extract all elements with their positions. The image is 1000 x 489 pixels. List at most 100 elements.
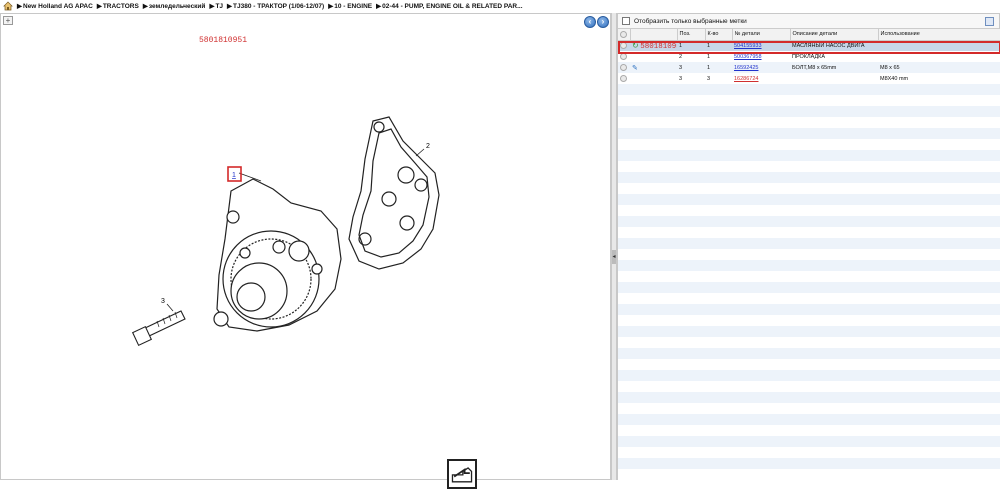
table-row[interactable]: ↻ 5801810951 1 1 504155933 МАСЛЯНЫЙ НАСО… [618,40,1000,51]
callout-3: 3 [161,298,165,305]
breadcrumb-item[interactable]: ▶TJ380 - ТРАКТОР (1/06-12/07) [227,2,324,10]
empty-row [618,117,1000,128]
row-select-icon[interactable] [620,64,627,71]
header-description[interactable]: Описание детали [790,29,879,41]
row-select-icon[interactable] [620,42,627,50]
empty-row [618,238,1000,249]
export-icon[interactable] [447,459,477,489]
empty-row [618,227,1000,238]
empty-row [618,194,1000,205]
row-description: МАСЛЯНЫЙ НАСОС ДВИГА [790,40,878,51]
empty-row [618,95,1000,106]
empty-row [618,216,1000,227]
header-part-number[interactable]: № детали [732,29,791,41]
wrench-icon[interactable]: ✎ [632,65,638,72]
empty-row [618,414,1000,425]
empty-row [618,458,1000,469]
refresh-arrow-icon[interactable]: ↻ [632,41,639,50]
header-position[interactable]: Поз. [677,29,706,41]
oil-pump-drawing [213,178,342,332]
row-quantity: 1 [705,40,732,51]
home-icon[interactable] [3,1,13,11]
table-row[interactable]: 2 1 500367958 ПРОКЛАДКА [618,51,1000,62]
empty-row [618,326,1000,337]
row-position: 3 [677,73,705,84]
row-select-icon[interactable] [620,53,627,60]
empty-row [618,425,1000,436]
empty-row [618,172,1000,183]
table-row[interactable]: ✎ 3 1 16592425 БОЛТ,M8 x 65mm M8 x 65 [618,62,1000,73]
row-usage: M8X40 mm [878,73,1000,84]
empty-row [618,315,1000,326]
row-quantity: 3 [705,73,732,84]
breadcrumb-item[interactable]: ▶02-44 - PUMP, ENGINE OIL & RELATED PAR.… [376,2,522,10]
breadcrumb-item[interactable]: ▶TJ [209,2,223,10]
breadcrumb-item[interactable]: ▶New Holland AG APAC [17,2,93,10]
exploded-parts-diagram[interactable]: 2 3 1 [121,99,481,379]
empty-row [618,403,1000,414]
parts-list-pane: Отобразить только выбранные метки Поз. К… [617,13,1000,480]
header-blank [630,29,678,41]
row-extra [630,73,677,84]
empty-row [618,260,1000,271]
row-description: ПРОКЛАДКА [790,51,878,62]
back-arrow-icon[interactable]: ‹ [584,16,596,28]
empty-row [618,304,1000,315]
forward-arrow-icon[interactable]: › [597,16,609,28]
empty-row [618,249,1000,260]
empty-row [618,128,1000,139]
filter-bar: Отобразить только выбранные метки [618,14,999,29]
gasket-drawing [348,116,440,270]
row-usage [878,51,1000,62]
table-row[interactable]: 3 3 16286724 M8X40 mm [618,73,1000,84]
callout-2: 2 [426,143,430,150]
header-usage[interactable]: Использование [878,29,1000,41]
expand-icon[interactable]: + [3,16,13,25]
empty-row [618,392,1000,403]
breadcrumb: ▶New Holland AG APAC ▶TRACTORS ▶земледел… [0,0,1000,12]
breadcrumb-item[interactable]: ▶земледельческий [143,2,206,10]
callout-1: 1 [232,172,236,179]
row-select-icon[interactable] [620,75,627,82]
empty-row [618,436,1000,447]
row-quantity: 1 [705,62,732,73]
header-quantity[interactable]: К-во [705,29,733,41]
row-description: БОЛТ,M8 x 65mm [790,62,878,73]
row-extra [630,51,677,62]
header-select-icon[interactable] [618,29,631,41]
empty-row [618,337,1000,348]
empty-row [618,139,1000,150]
table-header: Поз. К-во № детали Описание детали Испол… [618,29,1000,41]
parts-table: Поз. К-во № детали Описание детали Испол… [618,29,1000,480]
empty-row [618,293,1000,304]
part-number-link[interactable]: 16592425 [734,65,758,71]
show-selected-checkbox[interactable] [622,17,630,25]
empty-rows [618,84,1000,480]
empty-row [618,205,1000,216]
empty-row [618,447,1000,458]
breadcrumb-item[interactable]: ▶10 - ENGINE [328,2,372,10]
breadcrumb-item[interactable]: ▶TRACTORS [97,2,139,10]
row-position: 2 [677,51,705,62]
part-number-link[interactable]: 16286724 [734,76,758,82]
empty-row [618,370,1000,381]
empty-row [618,381,1000,392]
collapse-arrow-icon[interactable]: ◂ [612,250,616,264]
part-number-link[interactable]: 500367958 [734,54,762,60]
row-quantity: 1 [705,51,732,62]
row-usage: M8 x 65 [878,62,1000,73]
grid-options-icon[interactable] [985,17,994,26]
row-position: 3 [677,62,705,73]
empty-row [618,469,1000,480]
empty-row [618,106,1000,117]
part-number-label: 5801810951 [199,36,248,45]
empty-row [618,84,1000,95]
empty-row [618,348,1000,359]
part-number-link[interactable]: 504155933 [734,43,762,49]
row-usage [878,40,1000,51]
empty-row [618,161,1000,172]
diagram-pane: + ‹ › 5801810951 2 3 1 [0,13,611,489]
empty-row [618,150,1000,161]
empty-row [618,271,1000,282]
row-position: 1 [677,40,705,51]
